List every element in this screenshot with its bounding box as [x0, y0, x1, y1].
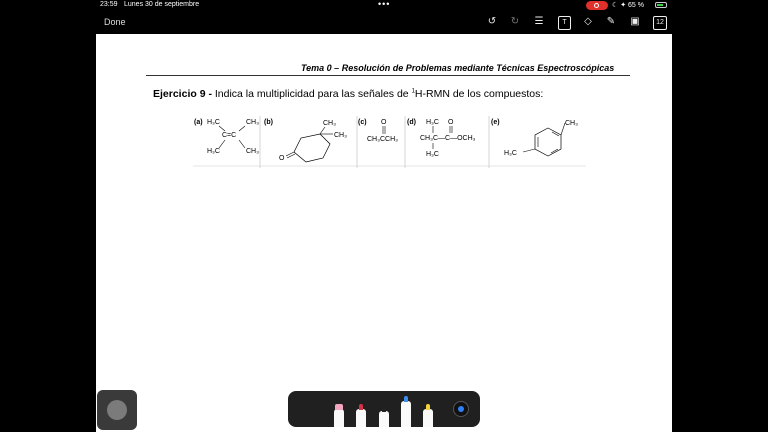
exercise-text-2: H-RMN de los compuestos: — [414, 88, 544, 100]
pen-icon[interactable]: ✎ — [604, 15, 618, 29]
exercise-number: Ejercicio 9 - — [153, 88, 212, 100]
compound-a-cc: C=C — [222, 132, 236, 139]
compound-e-h3c-bottom: H₃C — [504, 150, 517, 157]
compound-b-ch3-top: CH₃ — [323, 120, 336, 127]
floating-thumbnail[interactable] — [97, 390, 137, 430]
compound-d-label: (d) — [407, 119, 416, 126]
status-icons: ☾ ✦ 65 % — [612, 2, 644, 9]
compound-b-oxygen: O — [279, 155, 285, 162]
status-bar: 23:59 Lunes 30 de septiembre ••• ☾ ✦ 65 … — [0, 0, 768, 11]
compound-b: (b) CH₃ CH₃ O — [264, 116, 358, 168]
undo-icon[interactable]: ↺ — [485, 15, 499, 29]
compound-a-ch3-top: CH₃ — [246, 119, 259, 126]
toolbar: Done ↺ ↻ ☰ T ◇ ✎ ▣ 12 — [0, 11, 768, 34]
compound-c-oxygen: O — [381, 119, 387, 126]
status-date: Lunes 30 de septiembre — [124, 1, 200, 8]
compound-d-oxygen: O — [448, 119, 454, 126]
compounds-figure: (a) H₃C CH₃ C=C H₃C CH₃ (b) CH₃ CH₃ O (c… — [193, 116, 586, 168]
compound-c-label: (c) — [358, 119, 367, 126]
compound-a-h3c-bottom: H₃C — [207, 148, 220, 155]
red-pen[interactable] — [356, 404, 366, 427]
blue-pen-tip — [404, 396, 408, 402]
compound-c-formula: CH₃CCH₃ — [367, 136, 398, 143]
text-icon[interactable]: T — [558, 16, 571, 30]
document-page[interactable]: Tema 0 – Resolución de Problemas mediant… — [96, 34, 672, 432]
recording-indicator — [586, 1, 608, 10]
compound-d-h3c-bottom: H₃C — [426, 151, 439, 158]
yellow-highlighter-tip — [426, 404, 430, 410]
header-rule — [146, 75, 630, 76]
compound-e-ch3-top: CH₃ — [565, 120, 578, 127]
compound-a: (a) H₃C CH₃ C=C H₃C CH₃ — [194, 116, 261, 168]
compound-c: (c) O CH₃CCH₃ — [358, 116, 406, 168]
images-icon[interactable]: ▣ — [628, 15, 642, 29]
exercise-text-1: Indica la multiplicidad para las señales… — [211, 88, 412, 100]
notes-icon[interactable]: ☰ — [532, 15, 546, 29]
compound-b-ch3-right: CH₃ — [334, 132, 347, 139]
blue-pen[interactable] — [401, 396, 411, 427]
shapes-icon[interactable]: ◇ — [581, 15, 595, 29]
compound-a-h3c-top: H₃C — [207, 119, 220, 126]
compound-a-ch3-bottom: CH₃ — [246, 148, 259, 155]
compound-d-chain: CH₃C—C—OCH₃ — [420, 135, 476, 142]
pen-palette — [288, 391, 480, 427]
done-button[interactable]: Done — [104, 17, 126, 27]
color-picker[interactable] — [453, 401, 469, 417]
red-pen-tip — [359, 404, 363, 410]
black-pen[interactable] — [379, 406, 389, 427]
black-pen-tip — [382, 406, 386, 412]
compound-d-h3c-top: H₃C — [426, 119, 439, 126]
pages-icon[interactable]: 12 — [653, 16, 667, 30]
status-time: 23:59 — [100, 1, 118, 8]
compound-a-label: (a) — [194, 119, 203, 126]
multitask-dots[interactable]: ••• — [378, 0, 390, 9]
eraser-pen[interactable] — [334, 404, 344, 427]
compound-e-label: (e) — [491, 119, 500, 126]
compound-d: (d) H₃C O CH₃C—C—OCH₃ H₃C — [407, 116, 490, 168]
battery-icon — [655, 2, 667, 8]
yellow-highlighter[interactable] — [423, 404, 433, 427]
compound-b-label: (b) — [264, 119, 273, 126]
page-header: Tema 0 – Resolución de Problemas mediant… — [301, 63, 615, 73]
battery-percent: 65 % — [628, 2, 644, 9]
redo-icon[interactable]: ↻ — [508, 15, 522, 29]
exercise-statement: Ejercicio 9 - Indica la multiplicidad pa… — [153, 88, 543, 100]
eraser-tip — [335, 404, 343, 410]
